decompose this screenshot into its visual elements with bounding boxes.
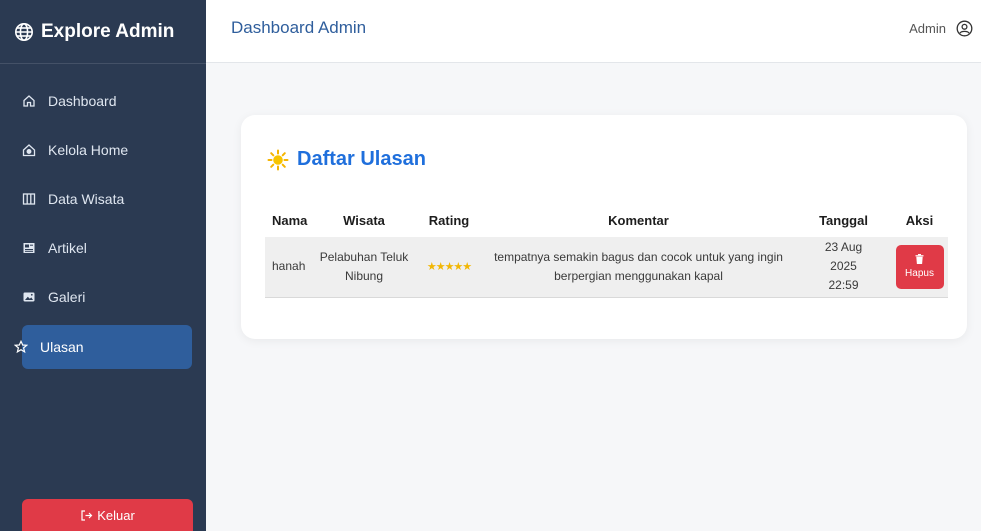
user-name: Admin (909, 20, 946, 36)
column-header-tanggal[interactable]: Tanggal (796, 203, 891, 237)
column-header-rating[interactable]: Rating (417, 203, 481, 237)
reviews-card: Daftar Ulasan Nama Wisata Rating Komenta… (241, 115, 967, 339)
sidebar-item-label: Galeri (48, 289, 86, 305)
page-title: Dashboard Admin (231, 18, 367, 37)
brand[interactable]: Explore Admin (0, 0, 206, 64)
star-outline-icon (14, 340, 28, 354)
newspaper-icon (22, 241, 36, 255)
column-header-aksi: Aksi (905, 212, 934, 228)
sun-icon (267, 149, 289, 170)
sidebar-item-kelola-home[interactable]: Kelola Home (22, 129, 192, 171)
globe-icon (15, 22, 33, 41)
top-header: Dashboard Admin Admin (206, 0, 981, 63)
sidebar-item-dashboard[interactable]: Dashboard (22, 80, 192, 122)
cell-wisata: Pelabuhan Teluk Nibung (311, 237, 417, 298)
sidebar-item-galeri[interactable]: Galeri (22, 276, 192, 318)
card-title: Daftar Ulasan (267, 148, 426, 171)
column-header-wisata[interactable]: Wisata (311, 203, 417, 237)
home-gear-icon (22, 143, 36, 157)
cell-aksi: Hapus (891, 237, 948, 298)
user-menu[interactable]: Admin (909, 20, 973, 37)
cell-komentar: tempatnya semakin bagus dan cocok untuk … (481, 237, 796, 298)
sidebar-item-label: Data Wisata (48, 191, 125, 207)
home-icon (22, 94, 36, 108)
sign-out-icon (81, 509, 93, 521)
brand-title: Explore Admin (41, 20, 175, 42)
logout-button[interactable]: Keluar (22, 499, 193, 531)
sidebar-item-data-wisata[interactable]: Data Wisata (22, 178, 192, 220)
table-header-row: Nama Wisata Rating Komentar Tanggal Aksi (265, 203, 948, 237)
delete-button[interactable]: Hapus (895, 244, 944, 289)
cell-tanggal: 23 Aug 2025 22:59 (796, 237, 891, 298)
user-circle-icon (956, 20, 973, 36)
sidebar-item-ulasan[interactable]: Ulasan (14, 325, 192, 369)
sidebar-nav: Dashboard Kelola Home Data Wisata Artike… (0, 80, 206, 376)
map-icon (22, 192, 36, 206)
image-icon (22, 290, 36, 304)
column-header-komentar[interactable]: Komentar (481, 203, 796, 237)
cell-nama: hanah (265, 237, 311, 298)
reviews-title: Daftar Ulasan (297, 148, 426, 170)
delete-label: Hapus (905, 267, 934, 279)
sidebar-item-label: Artikel (48, 240, 87, 256)
column-header-nama[interactable]: Nama (265, 203, 311, 237)
logout-label: Keluar (97, 507, 135, 523)
sidebar-item-label: Kelola Home (48, 142, 129, 158)
sidebar-item-label: Dashboard (48, 93, 117, 109)
trash-icon (915, 253, 924, 264)
sidebar-item-label: Ulasan (40, 339, 84, 355)
sidebar-item-artikel[interactable]: Artikel (22, 227, 192, 269)
sidebar: Explore Admin Dashboard Kelola Home Data… (0, 0, 206, 531)
rating-stars: ★★★★★ (426, 260, 472, 273)
cell-rating: ★★★★★ (417, 237, 481, 298)
table-row: hanah Pelabuhan Teluk Nibung ★★★★★ tempa… (265, 237, 948, 298)
reviews-table: Nama Wisata Rating Komentar Tanggal Aksi… (265, 203, 948, 298)
